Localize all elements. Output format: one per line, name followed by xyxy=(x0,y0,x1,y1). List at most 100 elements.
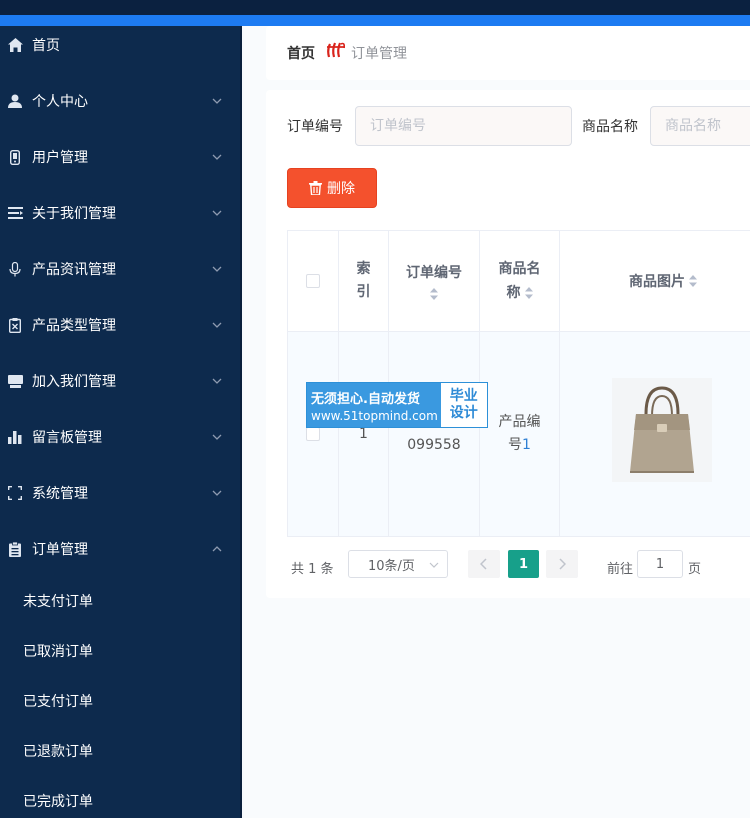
row-product-name-prefix: 产品编号 xyxy=(498,414,541,453)
prev-page-button[interactable] xyxy=(468,550,500,578)
phone-icon xyxy=(7,149,23,165)
clipboard-x-icon xyxy=(7,317,23,333)
sidebar-item-users[interactable]: 用户管理 xyxy=(0,139,240,175)
header-order-no[interactable]: 订单编号 xyxy=(389,231,480,332)
sidebar-item-label: 个人中心 xyxy=(32,94,88,110)
chevron-down-icon xyxy=(212,434,222,440)
sort-icon[interactable] xyxy=(689,275,697,287)
delete-button[interactable]: 删除 xyxy=(287,168,377,208)
sidebar-subitem-label: 未支付订单 xyxy=(23,594,93,610)
page-number-button[interactable]: 1 xyxy=(508,550,539,578)
sidebar-subitem-label: 已退款订单 xyxy=(23,744,93,760)
breadcrumb-home[interactable]: 首页 xyxy=(287,43,315,63)
sidebar-subitem-paid-orders[interactable]: 已支付订单 xyxy=(0,684,240,718)
main-content: 首页 订单管理 订单编号 商品名称 删除 索引 xyxy=(244,26,750,818)
header-product-name-text: 商品名称 xyxy=(498,261,541,301)
watermark-badge-line2: 设计 xyxy=(449,405,478,421)
page-size-select[interactable]: 10条/页 xyxy=(348,550,448,578)
order-list-panel: 订单编号 商品名称 删除 索引 订单编号 商品名称 xyxy=(266,90,750,598)
select-all-checkbox[interactable] xyxy=(306,274,320,288)
chevron-right-icon xyxy=(559,558,566,570)
sidebar-item-label: 用户管理 xyxy=(32,150,88,166)
header-select-all[interactable] xyxy=(288,231,339,332)
watermark-line1: 无须担心.自动发货 xyxy=(311,391,420,407)
watermark-line2: www.51topmind.com xyxy=(311,408,438,423)
sidebar-item-label: 首页 xyxy=(32,38,60,54)
chevron-up-icon xyxy=(212,546,222,552)
goto-page-input[interactable] xyxy=(637,550,683,578)
header-product-image-label: 商品图片 xyxy=(629,274,685,290)
sidebar-item-label: 加入我们管理 xyxy=(32,374,116,390)
handbag-image xyxy=(612,378,712,482)
product-name-label: 商品名称 xyxy=(582,119,638,135)
sidebar-item-messages[interactable]: 留言板管理 xyxy=(0,419,240,455)
row-index: 1 xyxy=(359,426,368,442)
top-header-bar xyxy=(0,0,750,26)
sidebar-item-label: 产品资讯管理 xyxy=(32,262,116,278)
top-accent-strip xyxy=(0,15,750,26)
list-icon xyxy=(7,205,23,221)
home-icon xyxy=(7,37,23,53)
watermark-banner: 无须担心.自动发货 www.51topmind.com 毕业 设计 xyxy=(306,382,488,428)
sidebar-item-orders[interactable]: 订单管理 xyxy=(0,531,240,567)
row-index-cell: 1 xyxy=(339,332,389,537)
watermark-badge: 毕业 设计 xyxy=(438,383,487,427)
row-product-name-suffix: 1 xyxy=(522,437,531,453)
sidebar-item-join[interactable]: 加入我们管理 xyxy=(0,363,240,399)
chevron-down-icon xyxy=(212,266,222,272)
sidebar-subitem-label: 已完成订单 xyxy=(23,794,93,810)
sidebar-subitem-label: 已支付订单 xyxy=(23,694,93,710)
sort-icon[interactable] xyxy=(430,288,438,300)
sidebar-item-system[interactable]: 系统管理 xyxy=(0,475,240,511)
trash-icon xyxy=(309,181,322,195)
row-product-image-cell xyxy=(560,332,750,537)
sidebar-subitem-completed-orders[interactable]: 已完成订单 xyxy=(0,784,240,818)
header-index: 索引 xyxy=(339,231,389,332)
page-size-value: 10条/页 xyxy=(368,558,415,574)
product-name-input[interactable] xyxy=(650,106,750,146)
header-product-name[interactable]: 商品名称 xyxy=(480,231,560,332)
sidebar-subitem-label: 已取消订单 xyxy=(23,644,93,660)
chevron-down-icon xyxy=(212,98,222,104)
monitor-icon xyxy=(7,373,23,389)
sidebar: 首页 个人中心 用户管理 关于我们管理 产品资讯管理 产品类型管理 加入我们管理… xyxy=(0,26,242,818)
decorative-separator-icon xyxy=(327,42,345,58)
sidebar-item-profile[interactable]: 个人中心 xyxy=(0,83,240,119)
order-no-input[interactable] xyxy=(355,106,572,146)
chevron-down-icon xyxy=(212,378,222,384)
row-select-cell[interactable] xyxy=(288,332,339,537)
breadcrumb-current: 订单管理 xyxy=(351,46,407,62)
header-product-name-label: 商品名称 xyxy=(495,257,545,305)
row-checkbox[interactable] xyxy=(306,427,320,441)
chevron-left-icon xyxy=(480,558,487,570)
watermark-text: 无须担心.自动发货 www.51topmind.com xyxy=(307,383,439,427)
chevron-down-icon xyxy=(429,562,439,568)
row-order-no-cell: 1048760 099558 xyxy=(389,332,480,537)
pagination-total: 共 1 条 xyxy=(291,562,334,577)
bar-chart-icon xyxy=(7,429,23,445)
sidebar-item-news[interactable]: 产品资讯管理 xyxy=(0,251,240,287)
chevron-down-icon xyxy=(212,210,222,216)
sidebar-item-product-types[interactable]: 产品类型管理 xyxy=(0,307,240,343)
chevron-down-icon xyxy=(212,322,222,328)
watermark-badge-line1: 毕业 xyxy=(449,388,478,404)
microphone-icon xyxy=(7,261,23,277)
sort-icon[interactable] xyxy=(524,287,533,299)
row-order-no-line2: 099558 xyxy=(407,437,461,453)
sidebar-item-label: 产品类型管理 xyxy=(32,318,116,334)
sidebar-item-home[interactable]: 首页 xyxy=(0,27,240,63)
pagination: 共 1 条 10条/页 1 前往 页 xyxy=(266,550,750,580)
sidebar-subitem-cancelled-orders[interactable]: 已取消订单 xyxy=(0,634,240,668)
next-page-button[interactable] xyxy=(546,550,578,578)
chevron-down-icon xyxy=(212,490,222,496)
goto-unit-label: 页 xyxy=(688,562,702,577)
chevron-down-icon xyxy=(212,154,222,160)
sidebar-subitem-unpaid-orders[interactable]: 未支付订单 xyxy=(0,584,240,618)
sidebar-item-label: 系统管理 xyxy=(32,486,88,502)
fullscreen-icon xyxy=(7,485,23,501)
order-no-label: 订单编号 xyxy=(287,119,343,135)
sidebar-item-about[interactable]: 关于我们管理 xyxy=(0,195,240,231)
header-product-image[interactable]: 商品图片 xyxy=(560,231,750,332)
sidebar-subitem-refunded-orders[interactable]: 已退款订单 xyxy=(0,734,240,768)
header-order-no-label: 订单编号 xyxy=(406,265,462,281)
